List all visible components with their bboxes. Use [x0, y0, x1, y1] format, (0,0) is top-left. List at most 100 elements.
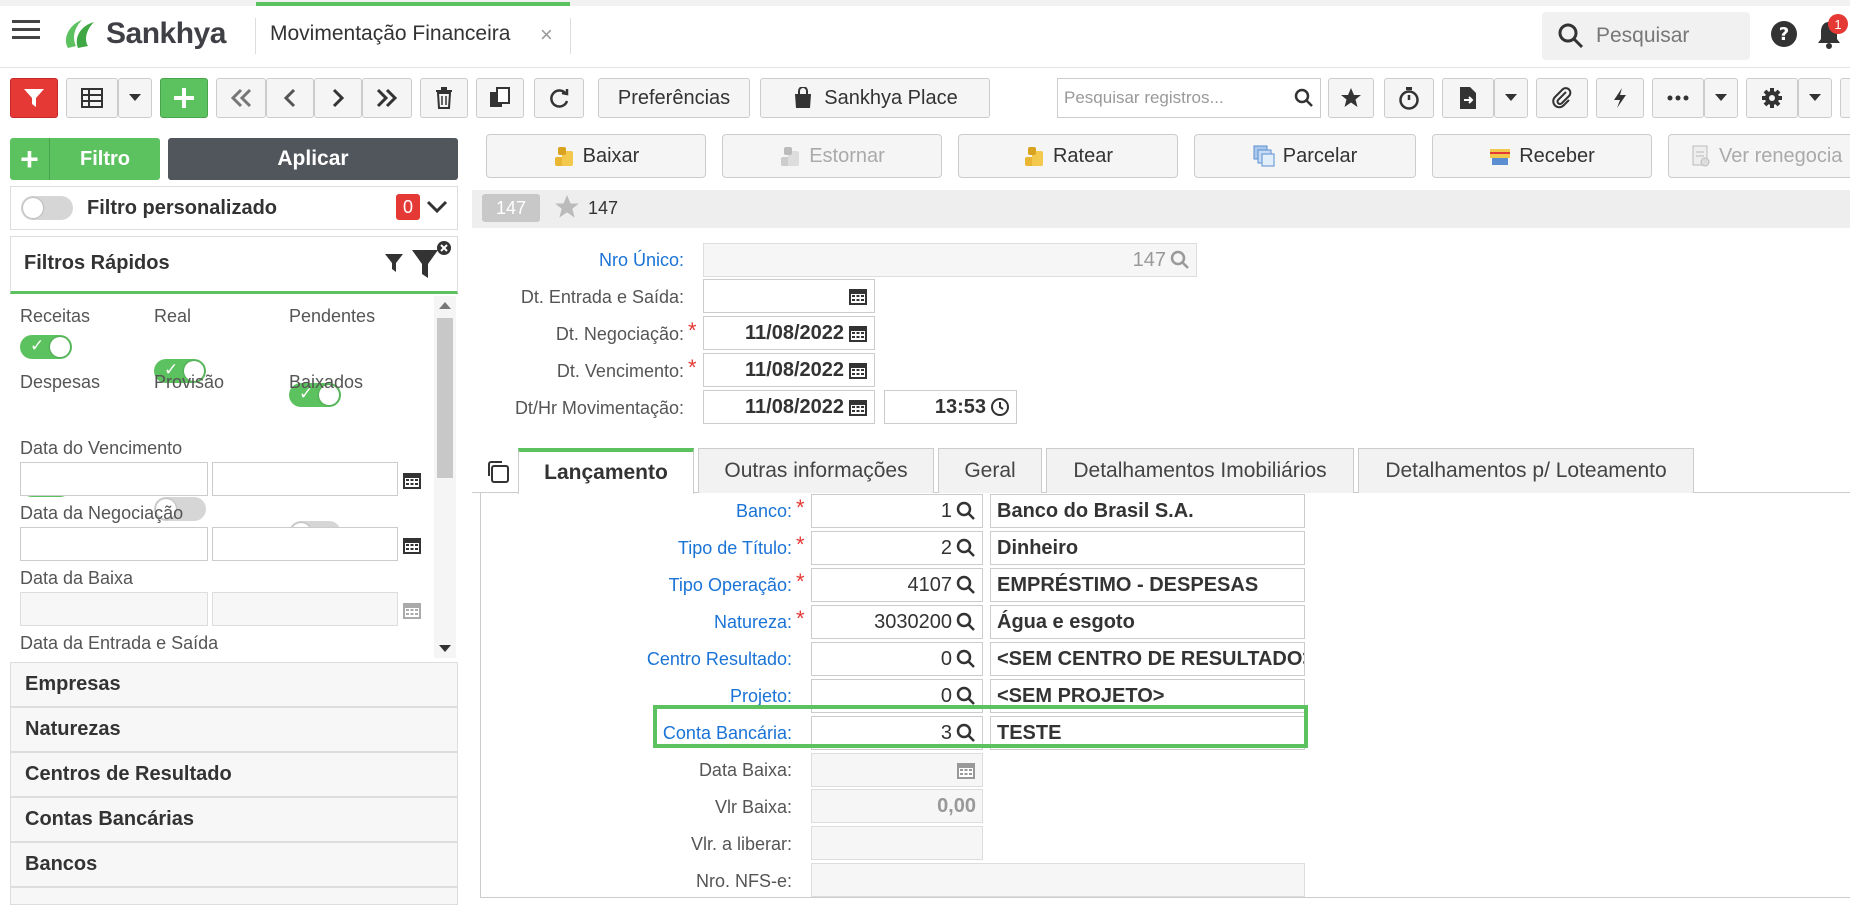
- natureza-code-field[interactable]: 3030200: [811, 605, 983, 639]
- tipo-operacao-label[interactable]: Tipo Operação:: [600, 575, 792, 596]
- previous-record-button[interactable]: [266, 78, 314, 118]
- centro-resultado-label[interactable]: Centro Resultado:: [600, 649, 792, 670]
- add-record-button[interactable]: [160, 78, 208, 118]
- view-dropdown-button[interactable]: [118, 78, 152, 118]
- chevron-down-icon[interactable]: [426, 200, 448, 214]
- section-bancos[interactable]: Bancos: [10, 842, 458, 887]
- copy-tabs-icon[interactable]: [486, 460, 510, 484]
- banco-label[interactable]: Banco:: [600, 501, 792, 522]
- hr-movimentacao-field[interactable]: 13:53: [884, 390, 1017, 424]
- banco-name-field[interactable]: Banco do Brasil S.A.: [990, 494, 1305, 528]
- data-baixa-to-input[interactable]: [212, 592, 398, 626]
- data-negociacao-from-input[interactable]: [20, 527, 208, 561]
- duplicate-button[interactable]: [476, 78, 524, 118]
- delete-button[interactable]: [420, 78, 468, 118]
- more-options-button[interactable]: [1652, 78, 1704, 118]
- data-baixa-from-input[interactable]: [20, 592, 208, 626]
- star-icon[interactable]: [554, 194, 580, 220]
- grid-view-button[interactable]: [66, 78, 118, 118]
- global-search-input[interactable]: Pesquisar: [1542, 12, 1750, 60]
- ver-renegociacao-button[interactable]: Ver renegocia: [1668, 134, 1850, 178]
- tipo-operacao-code-field[interactable]: 4107: [811, 568, 983, 602]
- vlr-baixa-field[interactable]: 0,00: [811, 789, 983, 823]
- receber-button[interactable]: Receber: [1432, 134, 1652, 178]
- sankhya-place-button[interactable]: Sankhya Place: [760, 78, 990, 118]
- estornar-button[interactable]: Estornar: [722, 134, 942, 178]
- natureza-name-field[interactable]: Água e esgoto: [990, 605, 1305, 639]
- toggle-label-baixados: Baixados: [289, 372, 364, 392]
- tipo-operacao-name-field[interactable]: EMPRÉSTIMO - DESPESAS: [990, 568, 1305, 602]
- tab-geral[interactable]: Geral: [938, 448, 1042, 493]
- refresh-button[interactable]: [534, 78, 584, 118]
- nro-nfse-field[interactable]: [811, 863, 1305, 897]
- data-baixa-field[interactable]: [811, 753, 983, 787]
- dt-entrada-field[interactable]: [703, 279, 875, 313]
- tab-detalhamentos-imobiliarios[interactable]: Detalhamentos Imobiliários: [1046, 448, 1354, 493]
- calendar-icon[interactable]: [402, 470, 422, 490]
- calendar-icon[interactable]: [402, 600, 422, 620]
- export-dropdown-button[interactable]: [1494, 78, 1528, 118]
- tipo-titulo-label[interactable]: Tipo de Título:: [600, 538, 792, 559]
- section-centros-resultado[interactable]: Centros de Resultado: [10, 752, 458, 797]
- tab-close-icon[interactable]: ×: [540, 22, 553, 48]
- data-vencimento-to-input[interactable]: [212, 462, 398, 496]
- apply-button[interactable]: Aplicar: [168, 138, 458, 180]
- tab-outras-informacoes[interactable]: Outras informações: [698, 448, 934, 493]
- baixar-button[interactable]: Baixar: [486, 134, 706, 178]
- settings-button[interactable]: [1746, 78, 1798, 118]
- calendar-icon[interactable]: [402, 535, 422, 555]
- centro-resultado-name-field[interactable]: <SEM CENTRO DE RESULTADO>: [990, 642, 1305, 676]
- add-filter-button[interactable]: + Filtro: [10, 138, 160, 180]
- dt-vencimento-label: Dt. Vencimento:: [556, 361, 684, 381]
- nro-unico-field[interactable]: 147: [703, 243, 1197, 277]
- section-naturezas[interactable]: Naturezas: [10, 707, 458, 752]
- filter-toggle-button[interactable]: [10, 78, 58, 118]
- tab-detalhamentos-loteamento[interactable]: Detalhamentos p/ Loteamento: [1358, 448, 1694, 493]
- export-button[interactable]: [1442, 78, 1494, 118]
- sankhya-logo[interactable]: Sankhya: [60, 12, 240, 56]
- data-negociacao-to-input[interactable]: [212, 527, 398, 561]
- scroll-up-icon[interactable]: [438, 300, 452, 310]
- actions-button[interactable]: [1596, 78, 1644, 118]
- projeto-label[interactable]: Projeto:: [600, 686, 792, 707]
- favorites-button[interactable]: [1328, 78, 1374, 118]
- clear-filter-icon[interactable]: [408, 240, 454, 282]
- last-record-button[interactable]: [362, 78, 412, 118]
- chevron-right-icon: [332, 88, 345, 108]
- section-contas-bancarias[interactable]: Contas Bancárias: [10, 797, 458, 842]
- timer-button[interactable]: [1384, 78, 1434, 118]
- section-next[interactable]: [10, 887, 458, 905]
- first-record-button[interactable]: [216, 78, 266, 118]
- banco-code-field[interactable]: 1: [811, 494, 983, 528]
- centro-resultado-code-field[interactable]: 0: [811, 642, 983, 676]
- parcelar-button[interactable]: Parcelar: [1194, 134, 1416, 178]
- attachments-button[interactable]: [1536, 78, 1588, 118]
- brand-name: Sankhya: [106, 17, 226, 50]
- preferences-button[interactable]: Preferências: [598, 78, 750, 118]
- funnel-icon[interactable]: [384, 252, 404, 274]
- record-chip[interactable]: 147: [482, 194, 540, 222]
- dt-movimentacao-field[interactable]: 11/08/2022: [703, 390, 875, 424]
- help-icon[interactable]: ?: [1770, 20, 1798, 48]
- next-record-button[interactable]: [314, 78, 362, 118]
- dt-negociacao-field[interactable]: 11/08/2022: [703, 316, 875, 350]
- ratear-button[interactable]: Ratear: [958, 134, 1178, 178]
- settings-dropdown-button[interactable]: [1798, 78, 1832, 118]
- natureza-label[interactable]: Natureza:: [600, 612, 792, 633]
- search-records-input[interactable]: Pesquisar registros...: [1057, 78, 1321, 118]
- toggle-receitas[interactable]: [20, 335, 72, 359]
- hamburger-menu-icon[interactable]: [12, 18, 42, 42]
- tab-lancamento[interactable]: Lançamento: [518, 448, 694, 494]
- more-dropdown-button[interactable]: [1704, 78, 1738, 118]
- toolbar-overflow-button[interactable]: [1840, 78, 1850, 118]
- dt-vencimento-field[interactable]: 11/08/2022: [703, 353, 875, 387]
- custom-filter-toggle[interactable]: [21, 196, 73, 220]
- scroll-down-icon[interactable]: [438, 644, 452, 654]
- scrollbar-thumb[interactable]: [437, 318, 453, 478]
- vlr-liberar-field[interactable]: [811, 826, 983, 860]
- tipo-titulo-name-field[interactable]: Dinheiro: [990, 531, 1305, 565]
- data-vencimento-from-input[interactable]: [20, 462, 208, 496]
- section-empresas[interactable]: Empresas: [10, 662, 458, 707]
- nro-unico-label[interactable]: Nro Único:: [520, 250, 684, 271]
- tipo-titulo-code-field[interactable]: 2: [811, 531, 983, 565]
